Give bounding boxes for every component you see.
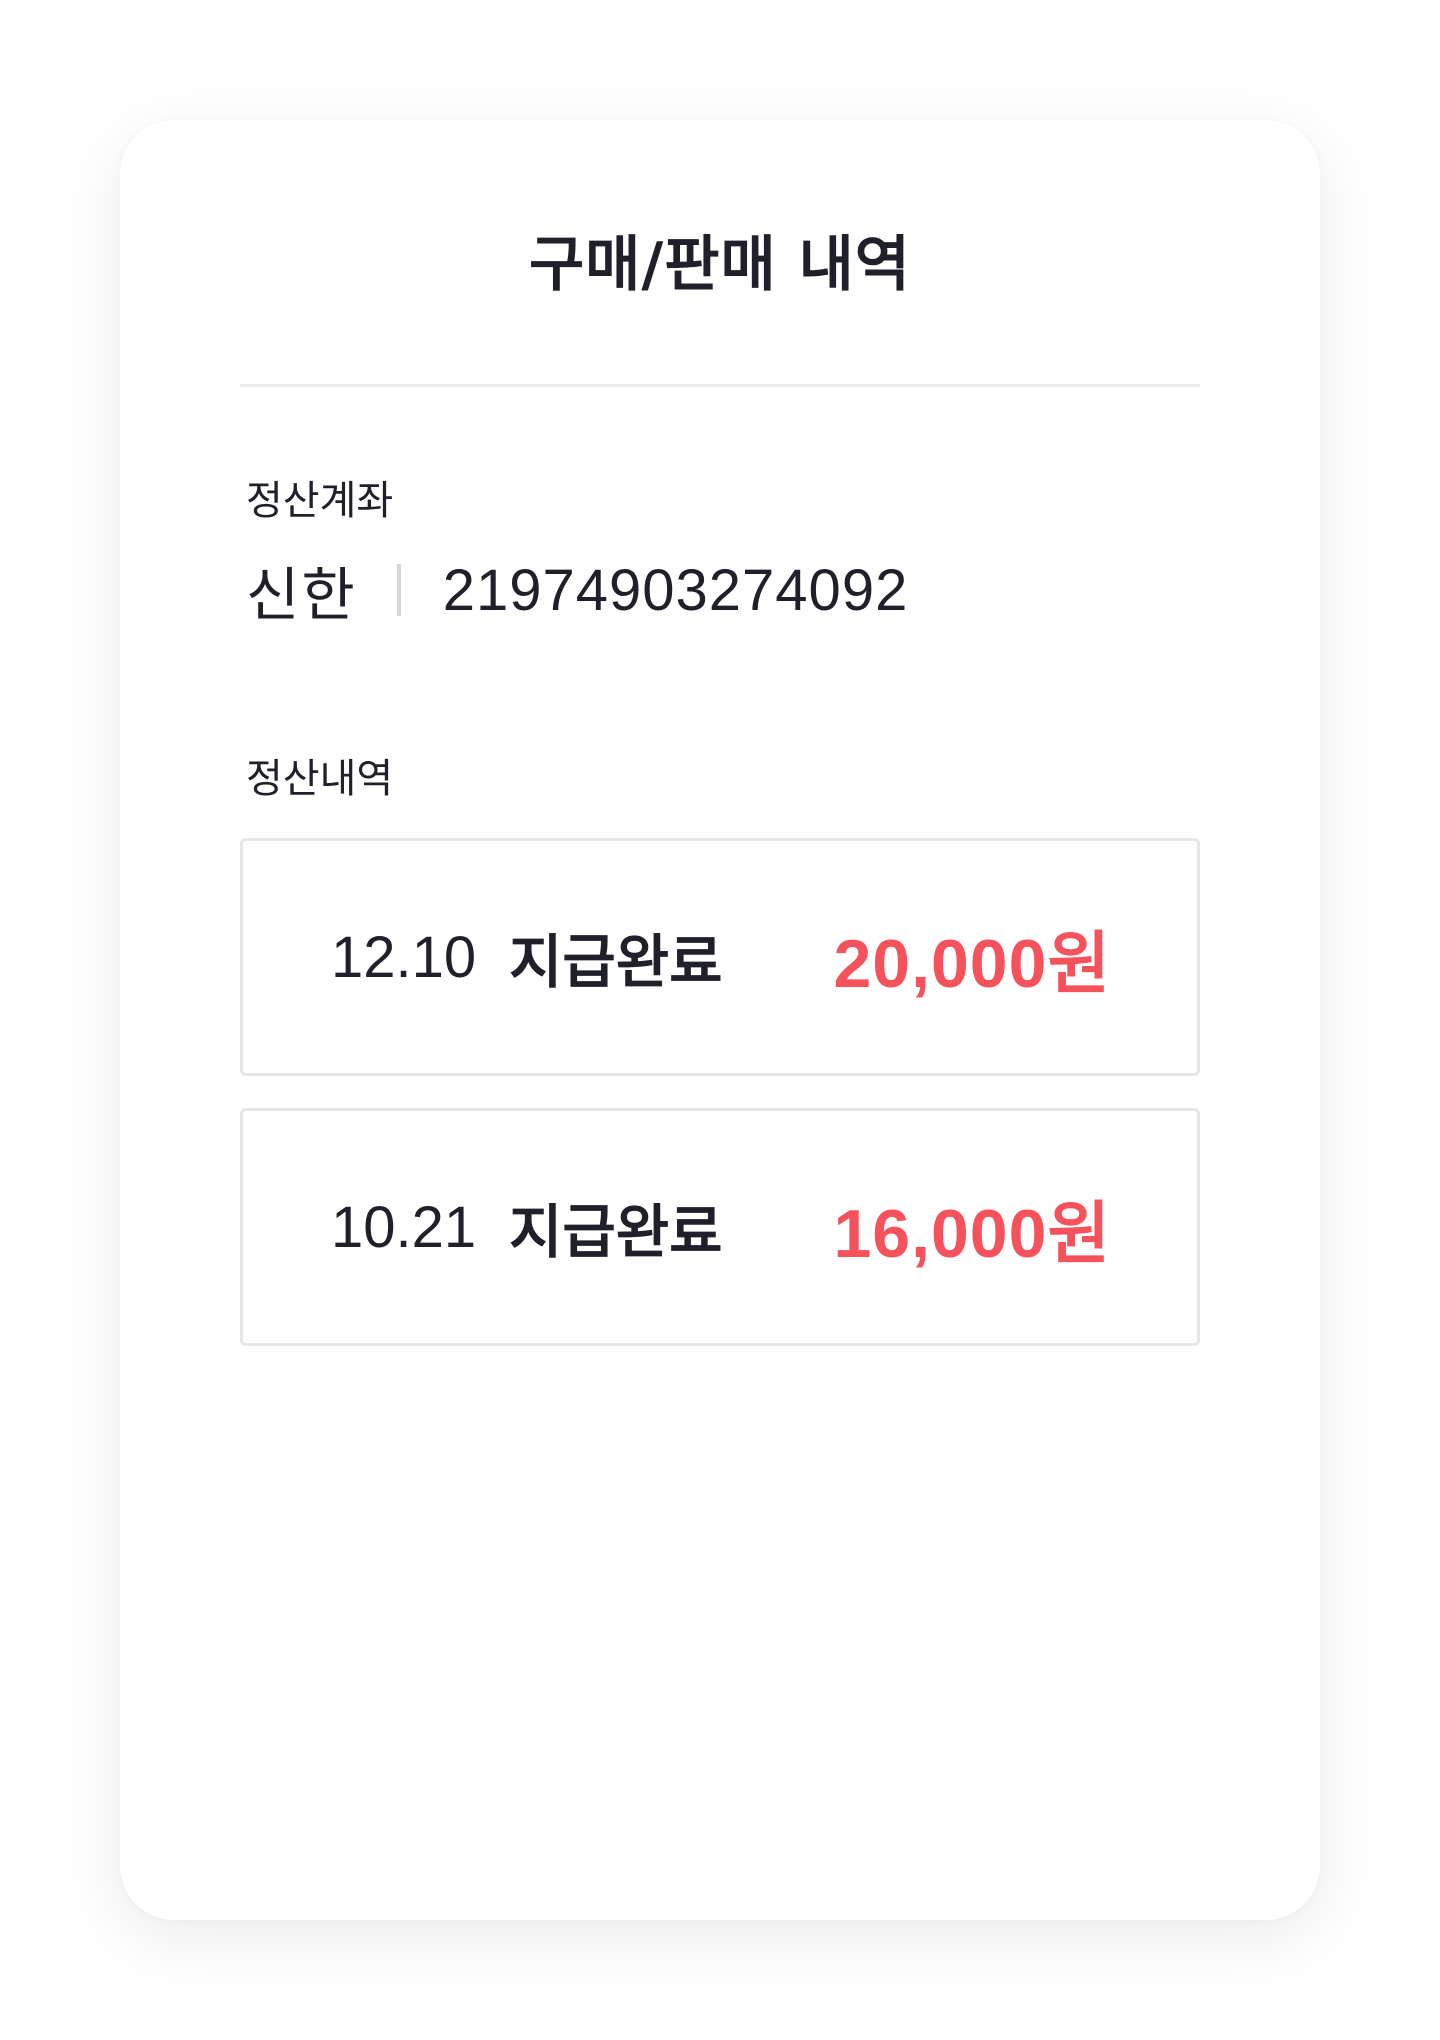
settlement-date: 12.10 <box>331 924 477 990</box>
settlement-status: 지급완료 <box>509 1198 723 1266</box>
settlement-status: 지급완료 <box>509 928 723 996</box>
page-title: 구매/판매 내역 <box>528 230 911 300</box>
title-divider <box>240 384 1200 387</box>
account-number: 21974903274092 <box>442 557 909 623</box>
settlement-amount: 20,000원 <box>833 925 1111 1002</box>
settlement-item[interactable]: 12.10 지급완료 20,000원 <box>240 838 1200 1076</box>
settlement-card: 구매/판매 내역 정산계좌 신한 21974903274092 정산내역 12.… <box>120 120 1320 1920</box>
bank-name: 신한 <box>246 561 357 629</box>
settlement-date: 10.21 <box>331 1194 477 1260</box>
settlement-amount: 16,000원 <box>833 1195 1111 1272</box>
settlement-item[interactable]: 10.21 지급완료 16,000원 <box>240 1108 1200 1346</box>
account-separator <box>396 564 401 616</box>
account-section-label: 정산계좌 <box>246 478 394 524</box>
history-section-label: 정산내역 <box>246 756 394 802</box>
account-info: 신한 21974903274092 <box>246 550 908 630</box>
